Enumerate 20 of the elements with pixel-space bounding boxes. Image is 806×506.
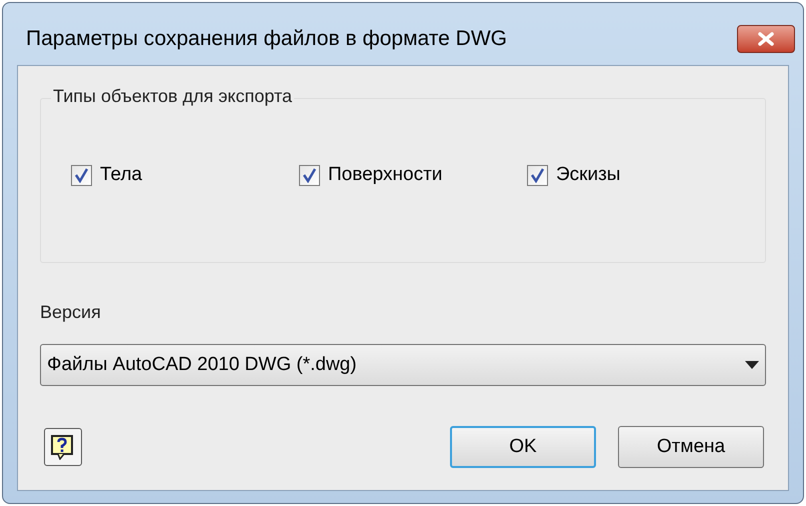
cancel-button[interactable]: Отмена (618, 426, 764, 468)
dropdown-value: Файлы AutoCAD 2010 DWG (*.dwg) (47, 352, 357, 377)
checkbox[interactable] (71, 164, 92, 186)
check-icon (302, 168, 317, 183)
version-label: Версия (40, 301, 102, 324)
checkbox[interactable] (299, 164, 320, 186)
help-button[interactable] (44, 428, 82, 466)
close-button[interactable] (737, 25, 795, 53)
help-icon (50, 434, 76, 460)
checkbox-label: Тела (100, 163, 142, 187)
dropdown-arrow-icon (745, 361, 759, 369)
close-icon (757, 32, 775, 46)
checkbox[interactable] (527, 164, 548, 186)
version-dropdown[interactable]: Файлы AutoCAD 2010 DWG (*.dwg) (40, 344, 766, 386)
checkbox-label: Эскизы (556, 163, 620, 187)
check-icon (74, 168, 89, 183)
checkbox-label: Поверхности (328, 163, 442, 187)
ok-button[interactable]: OK (450, 426, 596, 468)
check-icon (530, 168, 545, 183)
window-title: Параметры сохранения файлов в формате DWG (26, 26, 507, 52)
